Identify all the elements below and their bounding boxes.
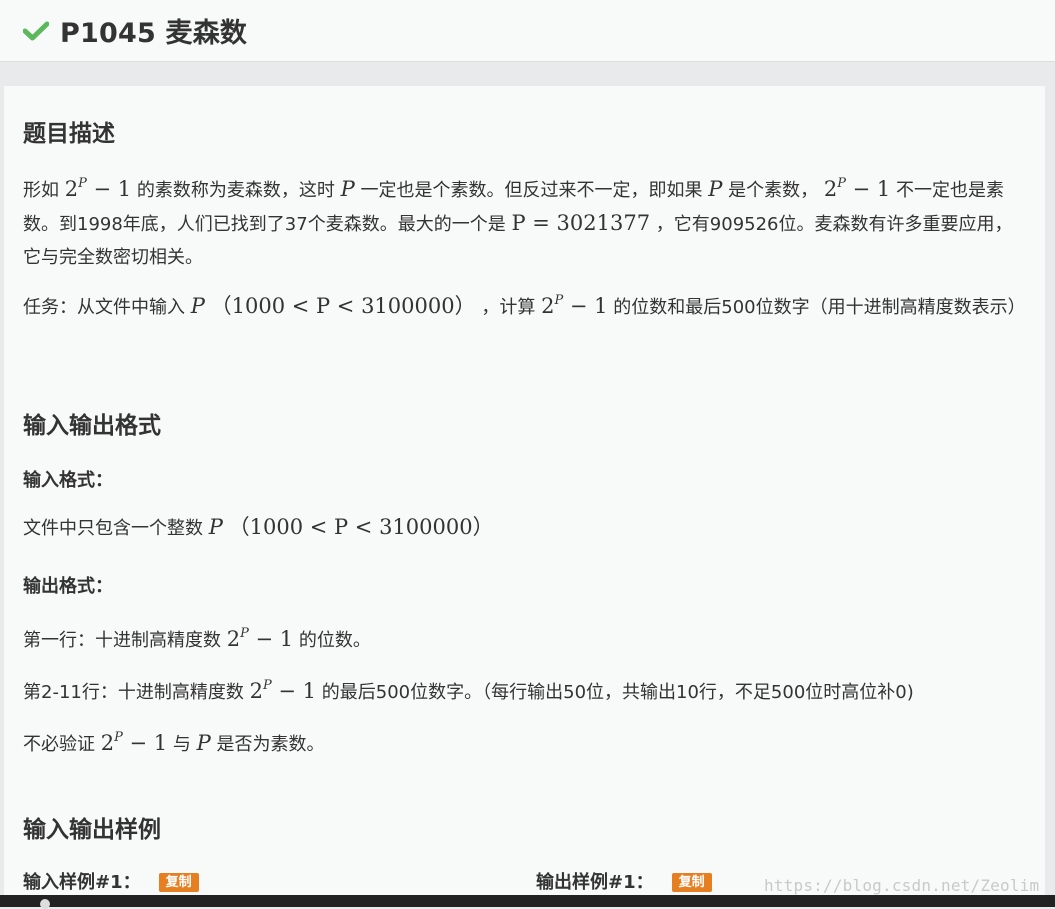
output-line-3: 不必验证 2P − 1 与 P 是否为素数。 [23,730,325,755]
io-format-heading: 输入输出格式 [23,413,161,439]
task-text-b: ，计算 [481,297,536,318]
formula-mersenne: 2P − 1 [823,176,891,201]
formula-p-value: P = 3021377 [511,211,651,235]
desc-text-b: 的素数称为麦森数，这时 [136,180,335,201]
problem-card: 题目描述 形如 2P − 1 的素数称为麦森数，这时 P 一定也是个素数。但反过… [4,86,1045,901]
copy-output-button[interactable]: 复制 [671,873,712,892]
bottom-bar [0,895,1055,909]
formula-mersenne: 2P − 1 [249,678,317,703]
output-format-label: 输出格式： [23,576,113,597]
problem-header: P1045 麦森数 [0,0,1055,62]
formula-mersenne: 2P − 1 [100,730,168,755]
description-paragraph: 形如 2P − 1 的素数称为麦森数，这时 P 一定也是个素数。但反过来不一定，… [23,167,1028,274]
page-title: P1045 麦森数 [60,18,248,49]
task-text-a: 任务：从文件中输入 [23,297,185,318]
input-format-label: 输入格式： [23,470,113,491]
check-icon [23,19,51,43]
output-line-2: 第2-11行：十进制高精度数 2P − 1 的最后500位数字。（每行输出50位… [23,678,914,703]
task-paragraph: 任务：从文件中输入 P （1000 < P < 3100000） ，计算 2P … [23,284,1028,324]
output-sample-label: 输出样例#1： 复制 [536,868,712,894]
formula-p: P [208,515,223,539]
desc-text-a: 形如 [23,180,59,201]
formula-range: （1000 < P < 3100000） [210,294,476,318]
scroll-indicator [40,899,50,909]
formula-mersenne: 2P − 1 [64,176,132,201]
desc-text-c: 一定也是个素数。但反过来不一定，即如果 [360,180,703,201]
input-sample-label: 输入样例#1： 复制 [23,868,199,894]
copy-input-button[interactable]: 复制 [158,873,199,892]
formula-p: P [708,177,723,201]
description-heading: 题目描述 [23,121,115,147]
formula-p: P [340,177,355,201]
input-format-text: 文件中只包含一个整数 P （1000 < P < 3100000） [23,515,494,539]
task-text-c: 的位数和最后500位数字（用十进制高精度数表示） [613,297,1026,318]
formula-mersenne: 2P − 1 [541,293,608,318]
samples-heading: 输入输出样例 [23,817,161,843]
formula-p: P [196,731,211,755]
watermark: https://blog.csdn.net/Zeolim [764,876,1040,895]
formula-mersenne: 2P − 1 [226,626,294,651]
output-line-1: 第一行：十进制高精度数 2P − 1 的位数。 [23,626,371,651]
formula-p: P [190,294,205,318]
formula-range: （1000 < P < 3100000） [228,515,494,539]
desc-text-d: 是个素数， [728,180,819,201]
